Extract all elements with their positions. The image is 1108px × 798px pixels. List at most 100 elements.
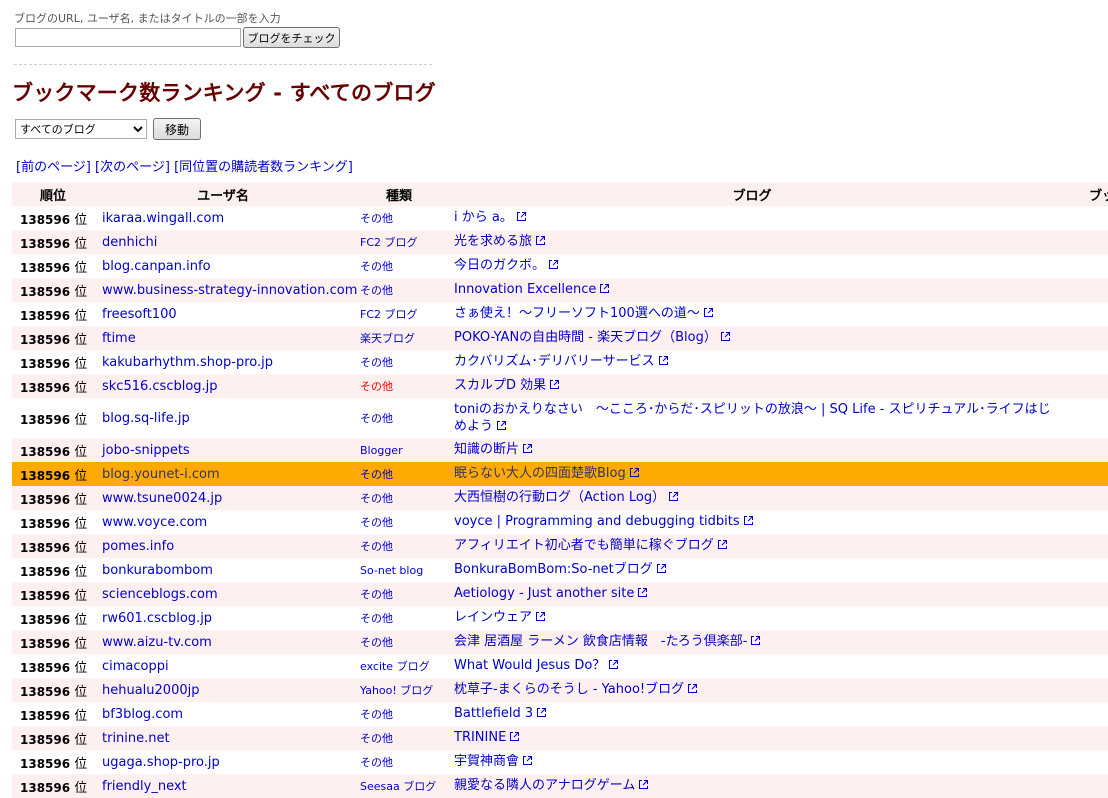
external-link-icon[interactable] bbox=[720, 330, 731, 347]
external-link-icon[interactable] bbox=[717, 538, 728, 555]
external-link-icon[interactable] bbox=[629, 466, 640, 483]
blog-search-input[interactable] bbox=[15, 28, 241, 47]
user-link[interactable]: scienceblogs.com bbox=[102, 587, 218, 602]
blog-link[interactable]: 会津 居酒屋 ラーメン 飲食店情報 -たろう倶楽部- bbox=[454, 634, 747, 649]
external-link-icon[interactable] bbox=[637, 586, 648, 603]
category-select[interactable]: すべてのブログ bbox=[15, 119, 147, 139]
bookmark-cell bbox=[1058, 462, 1108, 486]
blog-link[interactable]: スカルプD 効果 bbox=[454, 378, 546, 393]
user-link[interactable]: ftime bbox=[102, 331, 136, 346]
user-link[interactable]: blog.canpan.info bbox=[102, 259, 211, 274]
blog-link[interactable]: 宇賀神商會 bbox=[454, 754, 519, 769]
user-link[interactable]: blog.sq-life.jp bbox=[102, 411, 190, 426]
user-link[interactable]: ugaga.shop-pro.jp bbox=[102, 755, 220, 770]
blog-link[interactable]: 今日のガクボ。 bbox=[454, 258, 545, 273]
blog-link[interactable]: BonkuraBomBom:So-netブログ bbox=[454, 562, 653, 577]
external-link-icon[interactable] bbox=[638, 778, 649, 795]
user-link[interactable]: denhichi bbox=[102, 235, 157, 250]
check-blog-button[interactable]: ブログをチェック bbox=[243, 27, 340, 48]
blog-link[interactable]: What Would Jesus Do？ bbox=[454, 658, 605, 673]
external-link-icon[interactable] bbox=[656, 562, 667, 579]
user-cell: www.voyce.com bbox=[94, 510, 352, 534]
blog-link[interactable]: レインウェア bbox=[454, 610, 532, 625]
external-link-icon[interactable] bbox=[522, 754, 533, 771]
user-link[interactable]: www.aizu-tv.com bbox=[102, 635, 212, 650]
rank-unit: 位 bbox=[74, 588, 88, 604]
user-link[interactable]: www.business-strategy-innovation.com bbox=[102, 283, 357, 298]
blog-link[interactable]: toniのおかえりなさい ～こころ･からだ･スピリットの放浪～ | SQ Lif… bbox=[454, 402, 1051, 434]
blog-link[interactable]: アフィリエイト初心者でも簡単に稼ぐブログ bbox=[454, 538, 714, 553]
blog-link[interactable]: TRININE bbox=[454, 730, 506, 745]
prev-page-link[interactable]: [前のページ] bbox=[16, 160, 91, 175]
external-link-icon[interactable] bbox=[668, 490, 679, 507]
blog-link[interactable]: 眠らない大人の四面楚歌Blog bbox=[454, 466, 626, 481]
user-link[interactable]: blog.younet-i.com bbox=[102, 467, 220, 482]
blog-link[interactable]: 枕草子-まくらのそうし - Yahoo!ブログ bbox=[454, 682, 684, 697]
same-rank-subscribers-link[interactable]: [同位置の購読者数ランキング] bbox=[174, 160, 353, 175]
external-link-icon[interactable] bbox=[535, 234, 546, 251]
external-link-icon[interactable] bbox=[658, 354, 669, 371]
blog-cell: カクバリズム･デリバリーサービス bbox=[446, 350, 1058, 374]
rank-cell: 138596 位 bbox=[12, 654, 94, 678]
external-link-icon[interactable] bbox=[548, 258, 559, 275]
external-link-icon[interactable] bbox=[608, 658, 619, 675]
rank-cell: 138596 位 bbox=[12, 206, 94, 230]
external-link-icon[interactable] bbox=[496, 419, 507, 436]
blog-link[interactable]: POKO-YANの自由時間 - 楽天ブログ（Blog） bbox=[454, 330, 717, 345]
user-link[interactable]: cimacoppi bbox=[102, 659, 169, 674]
user-link[interactable]: friendly_next bbox=[102, 779, 187, 794]
user-cell: cimacoppi bbox=[94, 654, 352, 678]
rank-unit: 位 bbox=[74, 612, 88, 628]
blog-cell: voyce | Programming and debugging tidbit… bbox=[446, 510, 1058, 534]
user-link[interactable]: bonkurabombom bbox=[102, 563, 213, 578]
move-button[interactable]: 移動 bbox=[153, 118, 201, 140]
blog-link[interactable]: カクバリズム･デリバリーサービス bbox=[454, 354, 655, 369]
user-link[interactable]: ikaraa.wingall.com bbox=[102, 211, 224, 226]
external-link-icon[interactable] bbox=[536, 706, 547, 723]
user-link[interactable]: pomes.info bbox=[102, 539, 174, 554]
blog-link[interactable]: Battlefield 3 bbox=[454, 706, 533, 721]
blog-link[interactable]: Aetiology - Just another site bbox=[454, 586, 634, 601]
blog-link[interactable]: 光を求める旅 bbox=[454, 234, 532, 249]
external-link-icon[interactable] bbox=[750, 634, 761, 651]
external-link-icon[interactable] bbox=[509, 730, 520, 747]
table-header-row: 順位 ユーザ名 種類 ブログ ブック bbox=[12, 182, 1108, 206]
external-link-icon[interactable] bbox=[549, 378, 560, 395]
blog-link[interactable]: 大西恒樹の行動ログ（Action Log） bbox=[454, 490, 665, 505]
external-link-icon[interactable] bbox=[516, 210, 527, 227]
blog-cell: Aetiology - Just another site bbox=[446, 582, 1058, 606]
user-link[interactable]: hehualu2000jp bbox=[102, 683, 199, 698]
table-row: 138596 位 blog.sq-life.jp その他 toniのおかえりなさい ～… bbox=[12, 398, 1108, 438]
user-link[interactable]: www.tsune0024.jp bbox=[102, 491, 222, 506]
blog-link[interactable]: さぁ使え！～フリーソフト100選への道～ bbox=[454, 306, 700, 321]
rank-number: 138596 bbox=[20, 780, 71, 795]
external-link-icon[interactable] bbox=[599, 282, 610, 299]
blog-cell: Innovation Excellence bbox=[446, 278, 1058, 302]
external-link-icon[interactable] bbox=[535, 610, 546, 627]
user-link[interactable]: trinine.net bbox=[102, 731, 170, 746]
blog-link[interactable]: 知識の断片 bbox=[454, 442, 519, 457]
next-page-link[interactable]: [次のページ] bbox=[95, 160, 170, 175]
user-link[interactable]: skc516.cscblog.jp bbox=[102, 379, 218, 394]
user-link[interactable]: rw601.cscblog.jp bbox=[102, 611, 212, 626]
user-link[interactable]: freesoft100 bbox=[102, 307, 177, 322]
blog-type: その他 bbox=[360, 708, 393, 721]
user-link[interactable]: bf3blog.com bbox=[102, 707, 183, 722]
external-link-icon[interactable] bbox=[743, 514, 754, 531]
external-link-icon[interactable] bbox=[687, 682, 698, 699]
external-link-icon[interactable] bbox=[703, 306, 714, 323]
blog-link[interactable]: i から a。 bbox=[454, 210, 513, 225]
table-row: 138596 位 blog.younet-i.com その他 眠らない大人の四面楚歌B… bbox=[12, 462, 1108, 486]
user-link[interactable]: kakubarhythm.shop-pro.jp bbox=[102, 355, 273, 370]
rank-cell: 138596 位 bbox=[12, 534, 94, 558]
table-row: 138596 位 www.business-strategy-innovation… bbox=[12, 278, 1108, 302]
blog-link[interactable]: Innovation Excellence bbox=[454, 282, 596, 297]
user-cell: rw601.cscblog.jp bbox=[94, 606, 352, 630]
user-link[interactable]: jobo-snippets bbox=[102, 443, 190, 458]
external-link-icon[interactable] bbox=[522, 442, 533, 459]
blog-type: Blogger bbox=[360, 443, 403, 457]
blog-type: excite ブログ bbox=[360, 660, 430, 673]
user-link[interactable]: www.voyce.com bbox=[102, 515, 207, 530]
blog-link[interactable]: voyce | Programming and debugging tidbit… bbox=[454, 514, 740, 529]
user-cell: scienceblogs.com bbox=[94, 582, 352, 606]
